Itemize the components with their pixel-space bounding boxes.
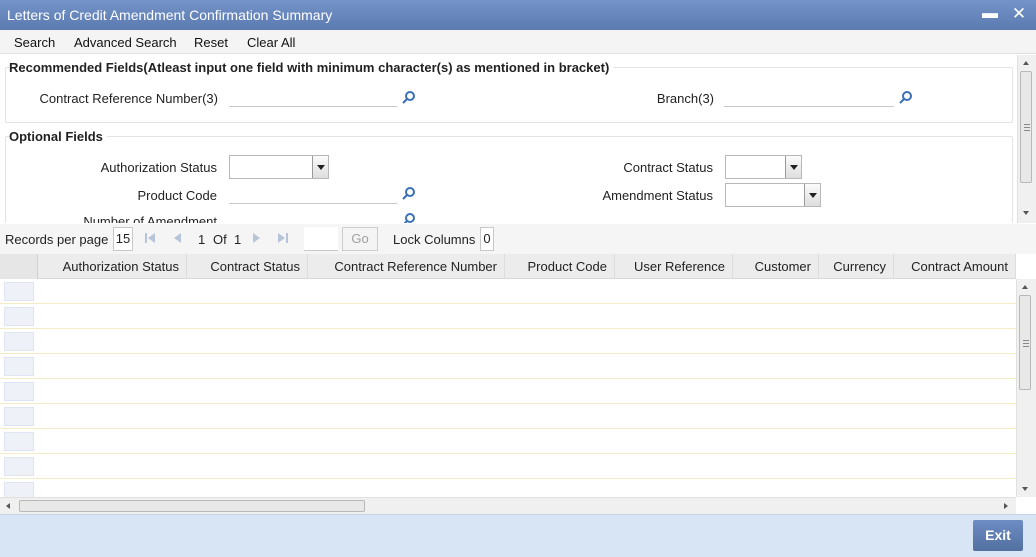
- search-icon[interactable]: [402, 186, 416, 200]
- contract-ref-label: Contract Reference Number(3): [39, 91, 218, 106]
- records-per-page-label: Records per page: [5, 232, 109, 247]
- grid-header: Authorization Status Contract Status Contr…: [0, 254, 1016, 279]
- row-selector[interactable]: [4, 407, 34, 426]
- first-page-icon[interactable]: [144, 232, 156, 244]
- reset-button[interactable]: Reset: [194, 35, 228, 50]
- close-icon[interactable]: ✕: [1009, 4, 1029, 24]
- contract-status-select[interactable]: [725, 155, 802, 179]
- next-page-icon[interactable]: [250, 232, 262, 244]
- lock-columns-input[interactable]: 0: [480, 227, 494, 251]
- toolbar: Search Advanced Search Reset Clear All: [0, 30, 1036, 54]
- row-selector[interactable]: [4, 332, 34, 351]
- search-icon[interactable]: [402, 90, 416, 104]
- row-selector[interactable]: [4, 432, 34, 451]
- column-header[interactable]: Customer: [733, 254, 819, 279]
- amendment-status-select[interactable]: [725, 183, 821, 207]
- search-icon[interactable]: [899, 90, 913, 104]
- product-code-label: Product Code: [137, 188, 218, 203]
- product-code-input[interactable]: [229, 184, 397, 204]
- of-label: Of: [213, 232, 227, 247]
- column-header[interactable]: Contract Status: [187, 254, 308, 279]
- column-header[interactable]: Contract Amount: [894, 254, 1016, 279]
- row-selector[interactable]: [4, 457, 34, 476]
- number-of-amendment-label: Number of Amendment: [83, 214, 217, 223]
- scroll-right-icon[interactable]: [1004, 503, 1008, 509]
- total-pages: 1: [234, 232, 242, 247]
- table-row[interactable]: [0, 429, 1016, 454]
- chevron-down-icon[interactable]: [312, 156, 328, 178]
- amendment-status-label: Amendment Status: [602, 188, 713, 203]
- row-selector[interactable]: [4, 307, 34, 326]
- row-selector[interactable]: [4, 382, 34, 401]
- scroll-down-icon[interactable]: [1023, 211, 1029, 215]
- column-header[interactable]: Contract Reference Number: [308, 254, 505, 279]
- criteria-scrollbar[interactable]: [1017, 55, 1036, 223]
- optional-fieldset: [5, 136, 1013, 223]
- lock-columns-label: Lock Columns: [393, 232, 476, 247]
- search-criteria-panel: Recommended Fields(Atleast input one fie…: [0, 55, 1036, 223]
- window-title: Letters of Credit Amendment Confirmation…: [7, 7, 333, 23]
- scrollbar-thumb[interactable]: [1020, 71, 1032, 183]
- scroll-down-icon[interactable]: [1022, 487, 1028, 491]
- clear-all-button[interactable]: Clear All: [247, 35, 295, 50]
- chevron-down-icon[interactable]: [785, 156, 801, 178]
- table-row[interactable]: [0, 404, 1016, 429]
- last-page-icon[interactable]: [277, 232, 289, 244]
- results-grid: Authorization Status Contract Status Contr…: [0, 254, 1036, 514]
- authorization-status-label: Authorization Status: [100, 160, 217, 175]
- table-row[interactable]: [0, 379, 1016, 404]
- authorization-status-select[interactable]: [229, 155, 329, 179]
- pagination-bar: Records per page 15 1 Of 1 Go Lock Colum…: [0, 224, 1036, 254]
- chevron-down-icon[interactable]: [804, 184, 820, 206]
- column-header[interactable]: Authorization Status: [38, 254, 187, 279]
- column-header[interactable]: User Reference: [615, 254, 733, 279]
- table-row[interactable]: [0, 304, 1016, 329]
- current-page: 1: [198, 232, 206, 247]
- branch-label: Branch(3): [656, 91, 714, 106]
- contract-ref-input[interactable]: [229, 87, 397, 107]
- search-icon[interactable]: [402, 212, 416, 223]
- grid-vertical-scrollbar[interactable]: [1016, 279, 1036, 497]
- optional-fields-legend: Optional Fields: [9, 129, 107, 144]
- scroll-left-icon[interactable]: [6, 503, 10, 509]
- table-row[interactable]: [0, 354, 1016, 379]
- table-row[interactable]: [0, 454, 1016, 479]
- column-header[interactable]: Product Code: [505, 254, 615, 279]
- previous-page-icon[interactable]: [172, 232, 184, 244]
- exit-button[interactable]: Exit: [973, 520, 1023, 551]
- footer-bar: Exit: [0, 514, 1036, 557]
- select-all-cell[interactable]: [0, 254, 38, 279]
- row-selector[interactable]: [4, 357, 34, 376]
- branch-input[interactable]: [724, 87, 894, 107]
- scroll-up-icon[interactable]: [1023, 61, 1029, 65]
- contract-status-label: Contract Status: [623, 160, 713, 175]
- scrollbar-thumb[interactable]: [19, 500, 365, 512]
- table-row[interactable]: [0, 279, 1016, 304]
- table-row[interactable]: [0, 329, 1016, 354]
- column-header[interactable]: Currency: [819, 254, 894, 279]
- title-bar: Letters of Credit Amendment Confirmation…: [0, 0, 1036, 30]
- scrollbar-thumb[interactable]: [1019, 295, 1031, 390]
- row-selector[interactable]: [4, 282, 34, 301]
- goto-page-input[interactable]: [304, 227, 338, 251]
- recommended-fields-legend: Recommended Fields(Atleast input one fie…: [9, 60, 614, 75]
- grid-horizontal-scrollbar[interactable]: [0, 497, 1016, 514]
- records-per-page-input[interactable]: 15: [113, 227, 133, 251]
- minimize-icon[interactable]: ▬: [980, 4, 1000, 24]
- search-button[interactable]: Search: [14, 35, 55, 50]
- advanced-search-button[interactable]: Advanced Search: [74, 35, 177, 50]
- scroll-up-icon[interactable]: [1022, 285, 1028, 289]
- go-button[interactable]: Go: [342, 227, 378, 251]
